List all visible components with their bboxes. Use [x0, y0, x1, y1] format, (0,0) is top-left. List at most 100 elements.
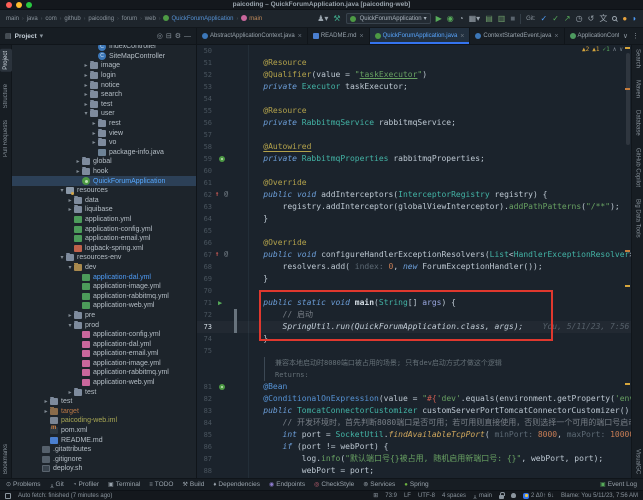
debug-icon[interactable]: ◉ — [447, 14, 454, 23]
code-line-83[interactable]: 83 public TomcatConnectorCustomizer cust… — [197, 405, 631, 417]
status-blame-you-5-11-23-7-56-am[interactable]: Blame: You 5/11/23, 7:56 AM — [561, 493, 638, 499]
breadcrumb-item-com[interactable]: com — [45, 16, 56, 22]
tree-item-logback-spring.xml[interactable]: logback-spring.xml — [12, 243, 196, 253]
warning-stripe-mark[interactable] — [625, 88, 630, 90]
close-tab-icon[interactable]: × — [359, 33, 363, 40]
tool-window-button-services[interactable]: ⊚ Services — [363, 481, 395, 488]
code-line-88[interactable]: 88 webPort = port; — [197, 465, 631, 477]
close-tab-icon[interactable]: × — [554, 33, 558, 40]
tree-item-package-info.java[interactable]: package-info.java — [12, 148, 196, 158]
tree-item-paicoding-web.iml[interactable]: paicoding-web.iml — [12, 416, 196, 426]
tool-window-button-todo[interactable]: ≡ TODO — [149, 481, 173, 488]
spring-bean-gutter-icon[interactable] — [219, 156, 225, 162]
tree-chevron-icon[interactable]: ▸ — [66, 206, 74, 213]
status-73-9[interactable]: 73:9 — [385, 493, 397, 499]
code-line-53[interactable]: 53 private Executor taskExecutor; — [197, 81, 631, 93]
close-window-icon[interactable] — [6, 2, 12, 8]
code-line-68[interactable]: 68 resolvers.add( index: 0, new ForumExc… — [197, 261, 631, 273]
push-icon[interactable]: ↗ — [564, 14, 571, 23]
tool-window-button-terminal[interactable]: ▣ Terminal — [108, 481, 140, 488]
tree-item-test[interactable]: ▸ test — [12, 397, 196, 407]
code-line-51[interactable]: 51 @Resource — [197, 57, 631, 69]
coverage-icon[interactable]: ▦▾ — [469, 14, 481, 23]
tree-item-application-config.yml[interactable]: application-config.yml — [12, 224, 196, 234]
tree-item-application-dal.yml[interactable]: application-dal.yml — [12, 272, 196, 282]
tool-stripe-github-copilot[interactable]: GitHub Copilot — [632, 148, 643, 187]
tree-chevron-icon[interactable]: ▸ — [74, 158, 82, 165]
tree-item-application-email.yml[interactable]: application-email.yml — [12, 349, 196, 359]
tab-QuickForumApplication.java[interactable]: QuickForumApplication.java × — [369, 28, 471, 44]
warning-count[interactable]: ▲2 — [582, 46, 589, 53]
tree-item-application-dal.yml[interactable]: application-dal.yml — [12, 339, 196, 349]
locate-icon[interactable]: ◎ — [157, 33, 163, 40]
tree-item-view[interactable]: ▸ view — [12, 128, 196, 138]
profiler-icon[interactable]: ◔ — [459, 14, 464, 23]
code-line-86[interactable]: 86 if (port != webPort) { — [197, 441, 631, 453]
code-line-89[interactable]: 89 } — [197, 477, 631, 478]
run-icon[interactable]: ▶ — [436, 14, 442, 23]
warning-stripe-mark[interactable] — [625, 250, 630, 252]
tree-item-application-config.yml[interactable]: application-config.yml — [12, 330, 196, 340]
warning-stripe-mark[interactable] — [625, 47, 630, 49]
close-tab-icon[interactable]: × — [298, 33, 302, 40]
tree-item-pre[interactable]: ▸ pre — [12, 310, 196, 321]
warning-stripe-mark[interactable] — [625, 285, 630, 287]
code-line-84[interactable]: 84 // 开发环境时，首先判断8080端口是否可用；若可用则直接使用，否则选择… — [197, 417, 631, 429]
close-tab-icon[interactable]: × — [460, 33, 464, 40]
code-line-64[interactable]: 64 } — [197, 213, 631, 225]
warning-count[interactable]: ▲1 — [592, 46, 599, 53]
tree-chevron-icon[interactable]: ▸ — [82, 72, 90, 79]
stop-icon[interactable]: ■ — [510, 14, 515, 23]
warning-stripe-mark[interactable] — [625, 383, 630, 385]
tree-item-hook[interactable]: ▸ hook — [12, 167, 196, 177]
code-line-66[interactable]: 66 @Override — [197, 237, 631, 249]
tree-chevron-icon[interactable]: ▸ — [42, 408, 50, 415]
commit-icon[interactable]: ✓ — [552, 14, 559, 23]
rollback-icon[interactable]: ↺ — [588, 14, 595, 23]
tree-chevron-icon[interactable]: ▾ — [58, 254, 66, 261]
tool-stripe-structure[interactable]: Structure — [0, 84, 12, 108]
prev-problem-icon[interactable]: ∧ — [613, 46, 617, 53]
code-line-69[interactable]: 69 } — [197, 273, 631, 285]
tree-item-application-image.yml[interactable]: application-image.yml — [12, 282, 196, 292]
tree-chevron-icon[interactable]: ▸ — [66, 312, 74, 319]
code-line-82[interactable]: 82 @ConditionalOnExpression(value = "#{'… — [197, 393, 631, 405]
tree-item-application-rabbitmq.yml[interactable]: application-rabbitmq.yml — [12, 291, 196, 301]
line-number[interactable]: 63 — [197, 203, 212, 211]
line-number[interactable]: 65 — [197, 227, 212, 235]
line-number[interactable]: 85 — [197, 431, 212, 439]
status-utf-8[interactable]: UTF-8 — [418, 493, 435, 499]
branch-icon[interactable]: Ymain — [473, 493, 492, 499]
line-number[interactable]: 81 — [197, 383, 212, 391]
code-editor[interactable]: 50 51 @Resource 52 @Qualifier(value = "tas… — [197, 45, 631, 478]
line-number[interactable]: 54 — [197, 95, 212, 103]
tree-item-user[interactable]: ▾ user — [12, 109, 196, 119]
user-menu-icon[interactable]: ♟▾ — [317, 14, 328, 23]
tool-stripe-search[interactable]: Search — [632, 49, 643, 68]
line-number[interactable]: 52 — [197, 71, 212, 79]
tool-stripe-visualgc[interactable]: VisualGC — [632, 449, 643, 474]
tree-chevron-icon[interactable]: ▸ — [82, 101, 90, 108]
tab-ApplicationContext.java[interactable]: ApplicationContext.java× — [565, 28, 619, 44]
line-number[interactable]: 58 — [197, 143, 212, 151]
tree-item-.gitignore[interactable]: .gitignore — [12, 455, 196, 465]
memory-dump-icon[interactable]: ▥ — [498, 14, 506, 23]
bell-icon[interactable] — [511, 493, 517, 498]
status-4-spaces[interactable]: 4 spaces — [442, 493, 466, 499]
translate-icon[interactable]: 文 — [599, 14, 607, 23]
code-line-60[interactable]: 60 — [197, 165, 631, 177]
breadcrumb-item-java[interactable]: java — [27, 16, 38, 22]
tree-item-rest[interactable]: ▸ rest — [12, 119, 196, 129]
code-line-72[interactable]: 72 // 启动 — [197, 309, 631, 321]
minimize-window-icon[interactable] — [16, 2, 22, 8]
run-gutter-icon[interactable]: ▶ — [218, 298, 222, 308]
scrollbar-thumb[interactable] — [626, 53, 630, 145]
tree-item-QuickForumApplication[interactable]: QuickForumApplication — [12, 176, 196, 186]
sync-icon[interactable]: 2 Δ0↑ 6↓ — [523, 492, 554, 499]
tree-chevron-icon[interactable]: ▸ — [74, 168, 82, 175]
override-gutter-icon[interactable]: ↑ — [215, 250, 219, 258]
breadcrumb-item-QuickForumApplication[interactable]: QuickForumApplication — [163, 15, 234, 22]
line-number[interactable]: 60 — [197, 167, 212, 175]
tool-window-button-dependencies[interactable]: ♦ Dependencies — [213, 481, 260, 488]
tool-stripe-database[interactable]: Database — [632, 110, 643, 136]
